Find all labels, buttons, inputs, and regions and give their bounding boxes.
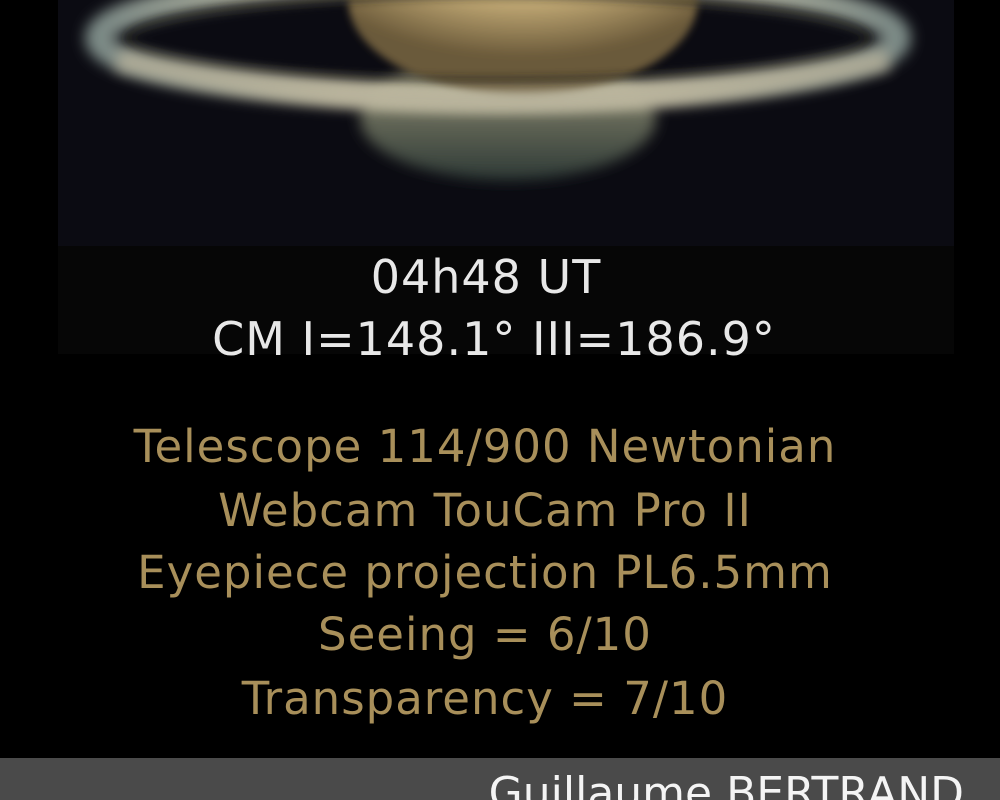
saturn-icon bbox=[85, 0, 911, 180]
saturn-photo bbox=[58, 0, 954, 246]
seeing-spec: Seeing = 6/10 bbox=[318, 608, 652, 661]
astrophoto-card: 04h48 UT CM I=148.1° III=186.9° Telescop… bbox=[0, 0, 1000, 800]
camera-spec: Webcam TouCam Pro II bbox=[218, 484, 752, 537]
observation-time: 04h48 UT bbox=[370, 250, 602, 304]
transparency-spec: Transparency = 7/10 bbox=[241, 672, 729, 725]
central-meridian: CM I=148.1° III=186.9° bbox=[212, 312, 776, 366]
eyepiece-spec: Eyepiece projection PL6.5mm bbox=[137, 546, 833, 599]
author-credit: Guillaume BERTRAND bbox=[488, 768, 964, 800]
telescope-spec: Telescope 114/900 Newtonian bbox=[133, 420, 837, 473]
credit-bar: Guillaume BERTRAND bbox=[0, 758, 1000, 800]
